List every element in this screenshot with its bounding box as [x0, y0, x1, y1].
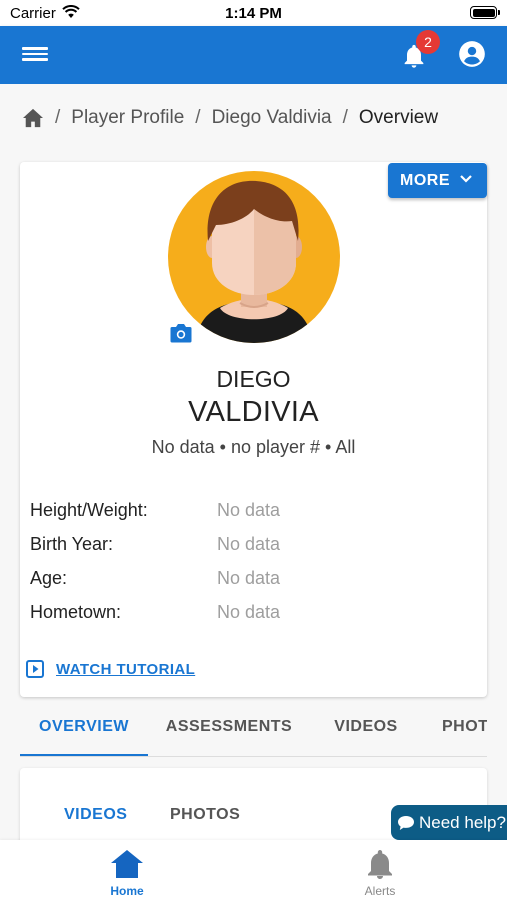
- account-circle-icon[interactable]: [458, 40, 486, 68]
- more-button[interactable]: MORE: [388, 163, 487, 198]
- bottom-navigation: Home Alerts: [0, 840, 507, 900]
- hometown-label: Hometown:: [30, 602, 122, 622]
- notification-badge: 2: [416, 30, 440, 54]
- battery-icon: [470, 6, 500, 19]
- nav-alerts[interactable]: Alerts: [320, 840, 440, 900]
- camera-icon[interactable]: [169, 322, 193, 344]
- subtab-photos[interactable]: PHOTOS: [170, 806, 240, 824]
- height-weight-label: Height/Weight:: [30, 500, 148, 520]
- hometown-value: No data: [217, 602, 281, 622]
- breadcrumb-separator: /: [55, 107, 61, 128]
- watch-tutorial-link[interactable]: WATCH TUTORIAL: [26, 658, 195, 680]
- subtab-videos[interactable]: VIDEOS: [64, 806, 127, 824]
- bell-icon: [368, 850, 392, 879]
- need-help-label: Need help?: [419, 812, 506, 832]
- nav-alerts-label: Alerts: [364, 884, 396, 898]
- status-time: 1:14 PM: [225, 5, 282, 22]
- nav-home-label: Home: [110, 884, 144, 898]
- tab-overview[interactable]: OVERVIEW: [20, 702, 148, 756]
- watch-tutorial-label: WATCH TUTORIAL: [56, 660, 196, 678]
- nav-home[interactable]: Home: [67, 840, 187, 900]
- breadcrumb-player-profile[interactable]: Player Profile: [71, 107, 184, 129]
- breadcrumb-separator: /: [342, 107, 348, 128]
- tabs-divider: [20, 756, 487, 757]
- player-meta: No data • no player # • All: [151, 437, 356, 457]
- tab-videos[interactable]: VIDEOS: [320, 702, 412, 756]
- age-value: No data: [217, 568, 281, 588]
- home-icon[interactable]: [22, 108, 44, 128]
- chevron-down-icon: [460, 175, 472, 183]
- breadcrumb: / Player Profile / Diego Valdivia / Over…: [22, 106, 438, 130]
- profile-tabs: OVERVIEW ASSESSMENTS VIDEOS PHOT: [20, 702, 487, 756]
- breadcrumb-current: Overview: [358, 107, 439, 128]
- birth-year-value: No data: [217, 534, 281, 554]
- player-first-name: DIEGO: [216, 366, 291, 392]
- player-last-name: VALDIVIA: [188, 396, 319, 428]
- app-bar: 2: [0, 26, 507, 84]
- tab-assessments[interactable]: ASSESSMENTS: [154, 702, 304, 756]
- tab-photos[interactable]: PHOT: [434, 702, 487, 756]
- height-weight-value: No data: [217, 500, 281, 520]
- birth-year-label: Birth Year:: [30, 534, 114, 554]
- more-button-label: MORE: [400, 171, 450, 189]
- status-bar: Carrier 1:14 PM: [0, 0, 507, 26]
- avatar: [168, 171, 340, 343]
- play-icon: [26, 660, 44, 678]
- breadcrumb-player-name[interactable]: Diego Valdivia: [212, 107, 332, 129]
- chat-bubble-icon: [398, 815, 414, 830]
- home-icon: [111, 850, 143, 878]
- menu-icon[interactable]: [22, 44, 48, 66]
- breadcrumb-separator: /: [195, 107, 201, 128]
- need-help-button[interactable]: Need help?: [391, 805, 507, 840]
- age-label: Age:: [30, 568, 68, 588]
